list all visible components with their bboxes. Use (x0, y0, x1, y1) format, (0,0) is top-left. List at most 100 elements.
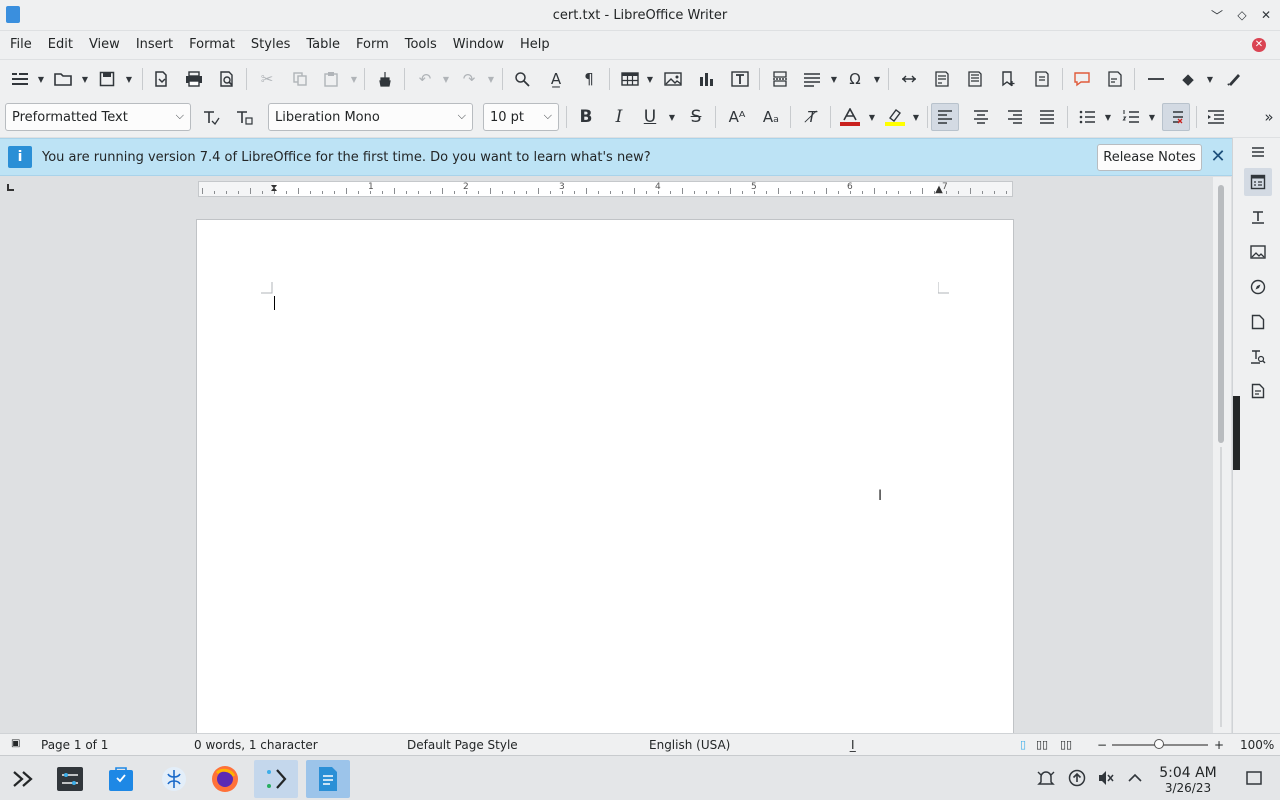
insert-hyperlink-icon[interactable] (897, 67, 921, 91)
tab-stop-selector-icon[interactable] (7, 184, 14, 191)
multi-page-view-icon[interactable]: ▯▯ (1036, 738, 1048, 751)
align-center-icon[interactable] (969, 105, 993, 129)
document-page[interactable]: I (196, 219, 1014, 733)
insert-textbox-icon[interactable] (728, 67, 752, 91)
zoom-slider-knob[interactable] (1154, 739, 1164, 749)
align-right-icon[interactable] (1003, 105, 1027, 129)
bullet-list-icon[interactable] (1075, 105, 1099, 129)
document-workspace[interactable]: ⧗ ▲ 1 2 3 4 5 6 7 I (0, 177, 1213, 733)
insert-page-break-icon[interactable] (768, 67, 792, 91)
special-character-icon[interactable]: Ω (843, 67, 867, 91)
redo-dropdown-icon[interactable]: ▼ (487, 74, 495, 84)
superscript-icon[interactable]: Aᴬ (725, 105, 749, 129)
sidebar-manage-changes-icon[interactable] (1247, 380, 1269, 402)
insert-image-icon[interactable] (661, 67, 685, 91)
language-status[interactable]: English (USA) (649, 738, 730, 752)
toolbar-overflow-icon[interactable]: » (1260, 105, 1278, 129)
basic-shapes-icon[interactable]: ◆ (1176, 67, 1200, 91)
volume-muted-icon[interactable] (1096, 768, 1116, 788)
system-settings-icon[interactable] (48, 760, 92, 798)
update-style-icon[interactable] (199, 105, 223, 129)
special-char-dropdown-icon[interactable]: ▼ (873, 74, 881, 84)
sidebar-navigator-icon[interactable] (1247, 276, 1269, 298)
clone-formatting-icon[interactable] (373, 67, 397, 91)
menu-insert[interactable]: Insert (128, 31, 181, 59)
insert-comment-icon[interactable] (1070, 67, 1094, 91)
page-count-status[interactable]: Page 1 of 1 (41, 738, 108, 752)
numbered-list-dropdown-icon[interactable]: ▼ (1148, 112, 1156, 122)
book-view-icon[interactable]: ▯▯ (1060, 738, 1072, 751)
paragraph-style-combo[interactable]: Preformatted Text ⌵ (5, 103, 191, 131)
undo-icon[interactable]: ↶ (413, 67, 437, 91)
menu-view[interactable]: View (81, 31, 128, 59)
field-dropdown-icon[interactable]: ▼ (830, 74, 838, 84)
zoom-out-icon[interactable]: − (1097, 738, 1107, 752)
close-window-button[interactable]: ✕ (1256, 5, 1276, 25)
shapes-dropdown-icon[interactable]: ▼ (1206, 74, 1214, 84)
firefox-icon[interactable] (203, 760, 247, 798)
table-dropdown-icon[interactable]: ▼ (646, 74, 654, 84)
align-left-icon[interactable] (931, 103, 959, 131)
menu-format[interactable]: Format (181, 31, 243, 59)
insert-bookmark-icon[interactable] (996, 67, 1020, 91)
sidebar-menu-icon[interactable] (1247, 141, 1269, 163)
menu-table[interactable]: Table (298, 31, 348, 59)
vertical-scrollbar[interactable] (1213, 177, 1231, 733)
save-dropdown-icon[interactable]: ▼ (125, 74, 133, 84)
sidebar-gallery-icon[interactable] (1247, 241, 1269, 263)
font-name-combo[interactable]: Liberation Mono ⌵ (268, 103, 473, 131)
discover-store-icon[interactable] (99, 760, 143, 798)
menu-tools[interactable]: Tools (397, 31, 445, 59)
bold-icon[interactable]: B (574, 105, 598, 129)
zoom-in-icon[interactable]: + (1214, 738, 1224, 752)
increase-indent-icon[interactable] (1204, 105, 1228, 129)
document-modified-icon[interactable]: ▣ (11, 738, 20, 749)
minimize-button[interactable]: ﹀ (1207, 5, 1227, 25)
strikethrough-icon[interactable]: S (684, 105, 708, 129)
kde-connect-icon[interactable] (254, 760, 298, 798)
justify-icon[interactable] (1035, 105, 1059, 129)
bullet-list-dropdown-icon[interactable]: ▼ (1104, 112, 1112, 122)
menu-edit[interactable]: Edit (40, 31, 81, 59)
menu-form[interactable]: Form (348, 31, 397, 59)
new-dropdown-icon[interactable]: ▼ (37, 74, 45, 84)
close-document-icon[interactable]: ✕ (1252, 38, 1266, 52)
zoom-percentage[interactable]: 100% (1240, 738, 1274, 752)
paste-icon[interactable] (319, 67, 343, 91)
spelling-icon[interactable]: A̲ (544, 67, 568, 91)
numbered-list-icon[interactable] (1119, 105, 1143, 129)
copy-icon[interactable] (288, 67, 312, 91)
sidebar-properties-icon[interactable] (1244, 168, 1272, 196)
font-color-dropdown-icon[interactable]: ▼ (868, 112, 876, 122)
notifications-icon[interactable] (1036, 768, 1056, 788)
insert-line-icon[interactable] (1144, 67, 1168, 91)
open-dropdown-icon[interactable]: ▼ (81, 74, 89, 84)
save-icon[interactable] (95, 67, 119, 91)
undo-dropdown-icon[interactable]: ▼ (442, 74, 450, 84)
show-desktop-icon[interactable] (1244, 768, 1264, 788)
sidebar-styles-icon[interactable] (1247, 206, 1269, 228)
insert-cross-reference-icon[interactable] (1030, 67, 1054, 91)
subscript-icon[interactable]: Aₐ (759, 105, 783, 129)
maximize-button[interactable]: ◇ (1232, 5, 1252, 25)
libreoffice-writer-task[interactable] (306, 760, 350, 798)
menu-styles[interactable]: Styles (243, 31, 298, 59)
highlight-dropdown-icon[interactable]: ▼ (912, 112, 920, 122)
horizontal-ruler[interactable]: ⧗ ▲ 1 2 3 4 5 6 7 (198, 181, 1013, 197)
sidebar-style-inspector-icon[interactable] (1247, 346, 1269, 368)
find-replace-icon[interactable] (510, 67, 534, 91)
draw-functions-icon[interactable] (1222, 67, 1246, 91)
underline-dropdown-icon[interactable]: ▼ (668, 112, 676, 122)
close-infobar-icon[interactable]: ✕ (1209, 146, 1227, 167)
italic-icon[interactable]: I (607, 105, 631, 129)
insert-endnote-icon[interactable] (963, 67, 987, 91)
release-notes-button[interactable]: Release Notes (1097, 144, 1202, 171)
print-icon[interactable] (182, 67, 206, 91)
insert-footnote-icon[interactable] (930, 67, 954, 91)
font-size-combo[interactable]: 10 pt ⌵ (483, 103, 559, 131)
scrollbar-thumb[interactable] (1218, 185, 1224, 443)
track-changes-icon[interactable] (1103, 67, 1127, 91)
file-manager-icon[interactable] (152, 760, 196, 798)
open-folder-icon[interactable] (51, 67, 75, 91)
single-page-view-icon[interactable]: ▯ (1020, 738, 1026, 751)
